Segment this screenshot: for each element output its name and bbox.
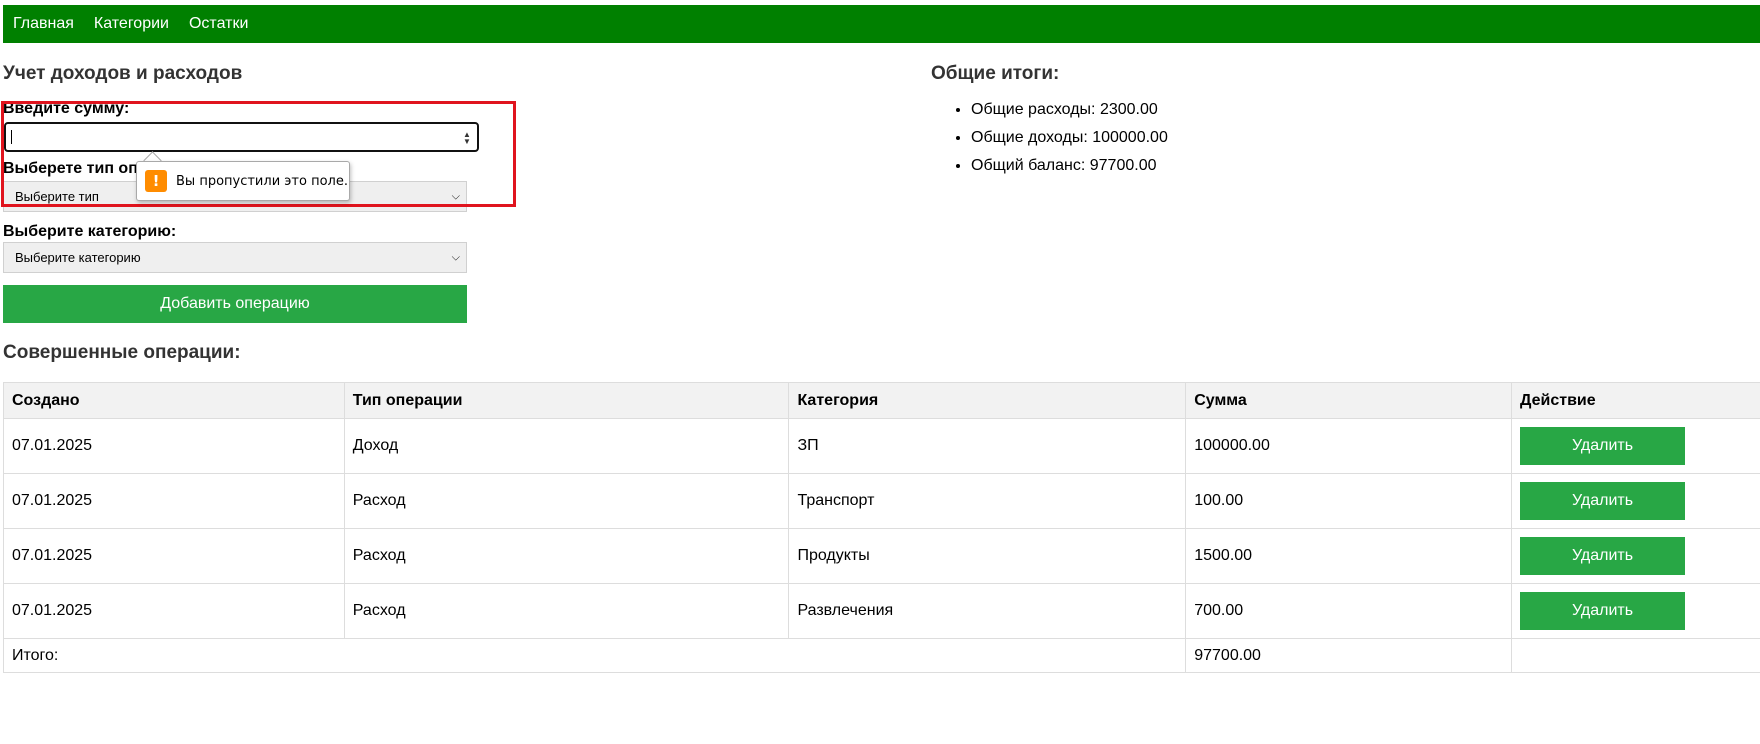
type-select-value: Выберите тип <box>15 189 99 204</box>
column-header-amount: Сумма <box>1185 382 1513 419</box>
cell-type: Доход <box>343 418 790 474</box>
operations-table: Создано Тип операции Категория Сумма Дей… <box>2 382 1760 673</box>
total-income: Общие доходы: 100000.00 <box>971 126 1168 154</box>
cell-created: 07.01.2025 <box>3 528 345 584</box>
cell-action: Удалить <box>1511 528 1760 584</box>
cell-action: Удалить <box>1511 418 1760 474</box>
cell-action: Удалить <box>1511 473 1760 529</box>
delete-button[interactable]: Удалить <box>1520 482 1686 520</box>
column-header-type: Тип операции <box>343 382 790 419</box>
cell-category: Продукты <box>788 528 1187 584</box>
total-balance: Общий баланс: 97700.00 <box>971 154 1168 182</box>
cell-amount: 100000.00 <box>1185 418 1513 474</box>
cell-created: 07.01.2025 <box>3 583 345 639</box>
cell-type: Расход <box>343 583 790 639</box>
column-header-category: Категория <box>788 382 1187 419</box>
nav-link-categories[interactable]: Категории <box>84 15 179 33</box>
add-operation-button[interactable]: Добавить операцию <box>3 285 467 323</box>
number-spinner-icon[interactable]: ▲ ▼ <box>462 131 472 146</box>
validation-message: Вы пропустили это поле. <box>176 173 348 189</box>
total-empty-cell <box>1511 638 1760 673</box>
operations-title: Совершенные операции: <box>3 342 241 363</box>
table-row: 07.01.2025 Расход Транспорт 100.00 Удали… <box>3 473 1760 529</box>
cell-amount: 1500.00 <box>1185 528 1513 584</box>
column-header-created: Создано <box>3 382 345 419</box>
chevron-down-icon: ⌵ <box>451 190 460 202</box>
category-select[interactable]: Выберите категорию ⌵ <box>3 242 467 273</box>
cell-action: Удалить <box>1511 583 1760 639</box>
amount-label: Введите сумму: <box>3 100 130 117</box>
chevron-down-icon: ⌵ <box>451 251 460 263</box>
table-row: 07.01.2025 Расход Развлечения 700.00 Уда… <box>3 583 1760 639</box>
nav-link-balances[interactable]: Остатки <box>179 15 258 33</box>
delete-button[interactable]: Удалить <box>1520 592 1686 630</box>
form-title: Учет доходов и расходов <box>3 63 243 84</box>
text-caret <box>11 130 12 144</box>
total-expenses: Общие расходы: 2300.00 <box>971 98 1168 126</box>
validation-tooltip: ! Вы пропустили это поле. <box>136 161 350 201</box>
table-row: 07.01.2025 Доход ЗП 100000.00 Удалить <box>3 418 1760 474</box>
cell-category: Развлечения <box>788 583 1187 639</box>
nav-link-home[interactable]: Главная <box>3 15 84 33</box>
amount-input[interactable] <box>4 122 479 152</box>
table-total-row: Итого: 97700.00 <box>2 638 1760 673</box>
cell-amount: 700.00 <box>1185 583 1513 639</box>
totals-list: Общие расходы: 2300.00 Общие доходы: 100… <box>931 98 1168 182</box>
total-label: Итого: <box>2 638 1187 673</box>
category-label: Выберите категорию: <box>3 223 177 240</box>
column-header-action: Действие <box>1511 382 1760 419</box>
cell-type: Расход <box>343 473 790 529</box>
category-select-value: Выберите категорию <box>15 250 141 265</box>
delete-button[interactable]: Удалить <box>1520 427 1686 465</box>
table-row: 07.01.2025 Расход Продукты 1500.00 Удали… <box>3 528 1760 584</box>
cell-category: ЗП <box>788 418 1187 474</box>
cell-type: Расход <box>343 528 790 584</box>
totals-title: Общие итоги: <box>931 63 1060 84</box>
cell-category: Транспорт <box>788 473 1187 529</box>
warning-icon: ! <box>145 170 167 192</box>
cell-created: 07.01.2025 <box>3 473 345 529</box>
total-amount: 97700.00 <box>1185 638 1513 673</box>
delete-button[interactable]: Удалить <box>1520 537 1686 575</box>
table-header-row: Создано Тип операции Категория Сумма Дей… <box>3 382 1760 419</box>
cell-amount: 100.00 <box>1185 473 1513 529</box>
cell-created: 07.01.2025 <box>3 418 345 474</box>
navbar: Главная Категории Остатки <box>3 5 1760 43</box>
